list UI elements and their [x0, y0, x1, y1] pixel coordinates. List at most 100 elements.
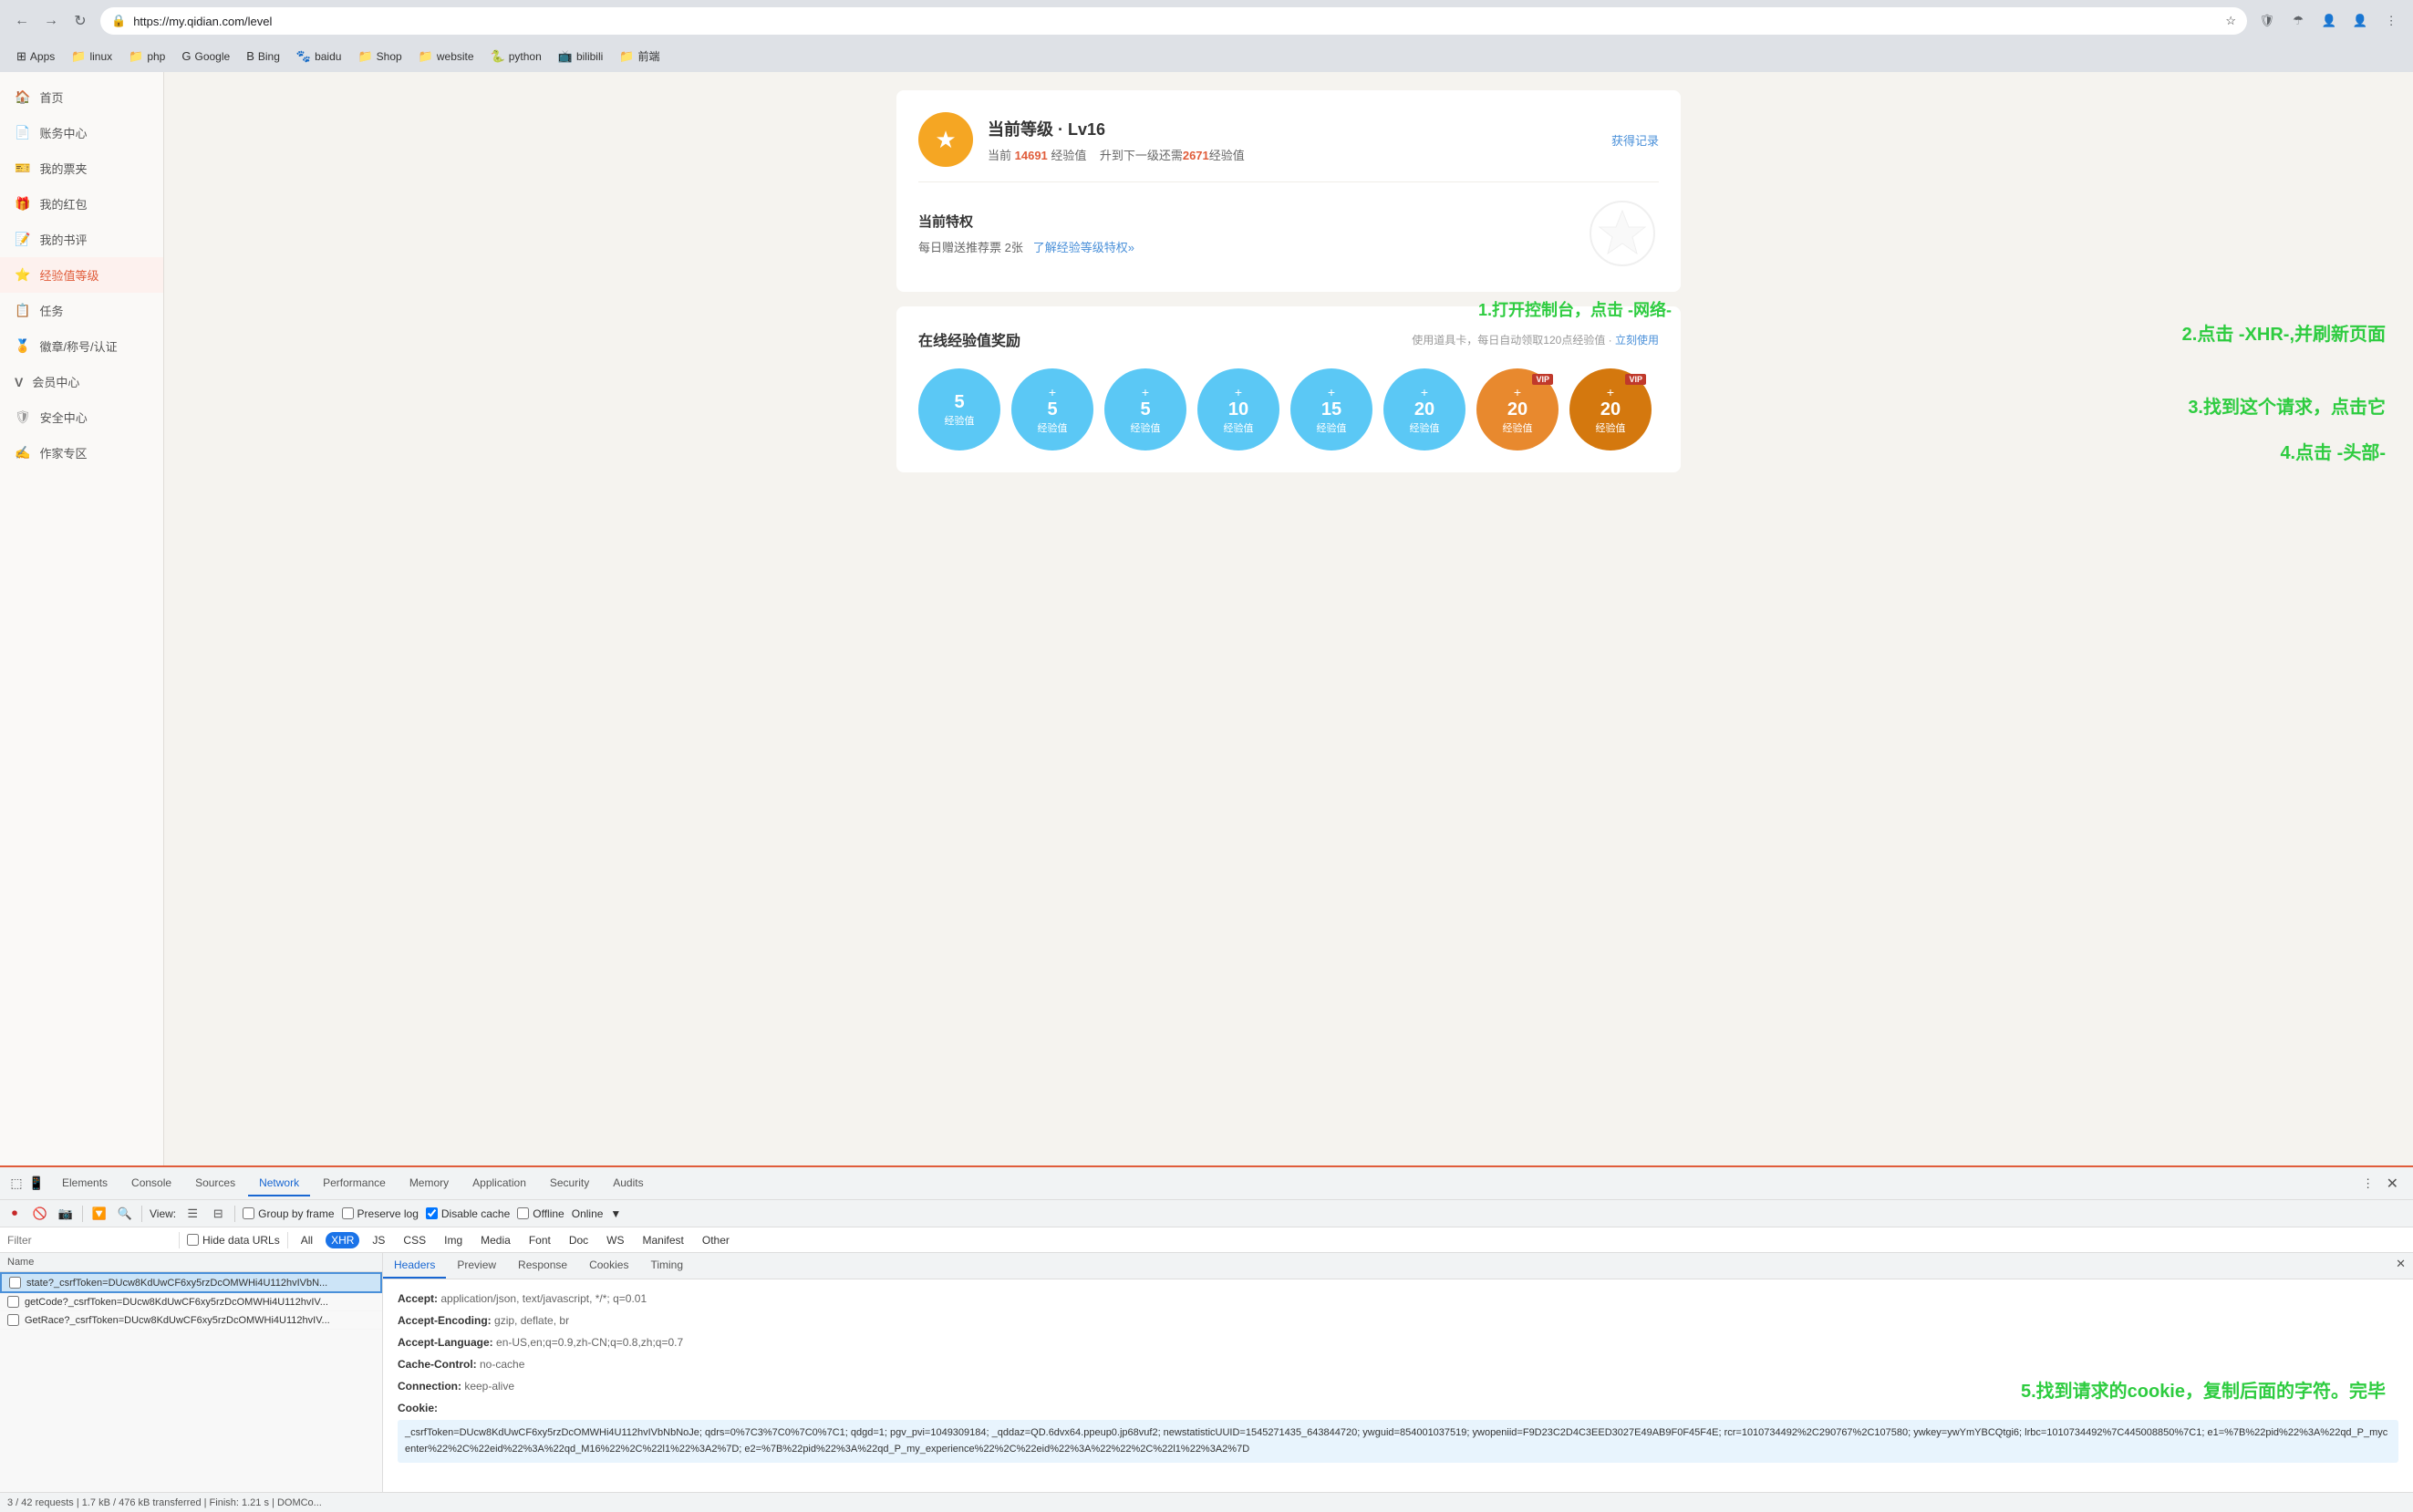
filter-manifest[interactable]: Manifest: [637, 1232, 689, 1248]
reload-button[interactable]: ↻: [67, 8, 93, 34]
devtools-tab-application[interactable]: Application: [461, 1171, 537, 1196]
forward-button[interactable]: →: [38, 8, 64, 34]
filter-all[interactable]: All: [295, 1232, 318, 1248]
filter-input[interactable]: [7, 1234, 171, 1247]
devtools-tab-security[interactable]: Security: [539, 1171, 600, 1196]
filter-font[interactable]: Font: [523, 1232, 556, 1248]
camera-btn[interactable]: 📷: [57, 1205, 75, 1223]
cookie-value[interactable]: _csrfToken=DUcw8KdUwCF6xy5rzDcOMWHi4U112…: [398, 1420, 2398, 1463]
reward-circle-8-vip[interactable]: VIP + 20 经验值: [1569, 368, 1652, 450]
sidebar-item-redpack[interactable]: 🎁 我的红包: [0, 186, 163, 222]
view-large-btn[interactable]: ⊟: [209, 1205, 227, 1223]
filter-ws[interactable]: WS: [601, 1232, 629, 1248]
clear-btn[interactable]: 🚫: [31, 1205, 49, 1223]
devtools-tab-console[interactable]: Console: [120, 1171, 182, 1196]
record-btn[interactable]: ⏺: [5, 1205, 24, 1223]
device-mode-btn[interactable]: 📱: [27, 1175, 46, 1193]
offline-label[interactable]: Offline: [517, 1207, 564, 1220]
sidebar-item-account[interactable]: 📄 账务中心: [0, 115, 163, 150]
bookmark-baidu[interactable]: 🐾 baidu: [289, 47, 349, 67]
bookmark-linux[interactable]: 📁 linux: [64, 47, 119, 67]
request-checkbox-1[interactable]: [9, 1277, 21, 1289]
request-checkbox-2[interactable]: [7, 1296, 19, 1308]
sidebar-item-badges[interactable]: 🏅 徽章/称号/认证: [0, 328, 163, 364]
disable-cache-checkbox[interactable]: [426, 1207, 438, 1219]
filter-doc[interactable]: Doc: [564, 1232, 594, 1248]
hide-data-urls-label[interactable]: Hide data URLs: [187, 1234, 280, 1247]
hide-data-urls-checkbox[interactable]: [187, 1234, 199, 1246]
sidebar-item-review[interactable]: 📝 我的书评: [0, 222, 163, 257]
address-bar[interactable]: 🔒 https://my.qidian.com/level ☆: [100, 7, 2247, 35]
devtools-close-btn[interactable]: ✕: [2379, 1171, 2406, 1196]
reward-circle-7-vip[interactable]: VIP + 20 经验值: [1476, 368, 1559, 450]
bookmark-website[interactable]: 📁 website: [411, 47, 482, 67]
sidebar-item-home[interactable]: 🏠 首页: [0, 79, 163, 115]
back-button[interactable]: ←: [9, 8, 35, 34]
bookmark-google[interactable]: G Google: [174, 47, 237, 66]
sidebar-item-vip[interactable]: V 会员中心: [0, 364, 163, 399]
view-list-btn[interactable]: ☰: [183, 1205, 202, 1223]
filter-other[interactable]: Other: [697, 1232, 735, 1248]
details-tab-response[interactable]: Response: [507, 1253, 578, 1279]
devtools-tab-audits[interactable]: Audits: [602, 1171, 654, 1196]
request-checkbox-3[interactable]: [7, 1314, 19, 1326]
devtools-tab-performance[interactable]: Performance: [312, 1171, 397, 1196]
devtools-tab-sources[interactable]: Sources: [184, 1171, 246, 1196]
history-link[interactable]: 获得记录: [1611, 131, 1659, 149]
details-close-btn[interactable]: ✕: [2388, 1253, 2413, 1279]
filter-xhr[interactable]: XHR: [326, 1232, 359, 1248]
devtools-tab-memory[interactable]: Memory: [399, 1171, 460, 1196]
search-btn[interactable]: 🔍: [116, 1205, 134, 1223]
filter-img[interactable]: Img: [439, 1232, 468, 1248]
sidebar-label-security: 安全中心: [40, 409, 88, 426]
devtools-tab-elements[interactable]: Elements: [51, 1171, 119, 1196]
bookmark-php[interactable]: 📁 php: [121, 47, 172, 67]
shield-icon[interactable]: 🛡: [2254, 8, 2280, 34]
devtools-more-btn[interactable]: ⋮: [2359, 1175, 2377, 1193]
bookmark-python[interactable]: 🐍 python: [483, 47, 549, 67]
sidebar-item-tickets[interactable]: 🎫 我的票夹: [0, 150, 163, 186]
filter-css[interactable]: CSS: [398, 1232, 431, 1248]
details-tab-headers[interactable]: Headers: [383, 1253, 446, 1279]
filter-js[interactable]: JS: [367, 1232, 390, 1248]
preserve-log-checkbox[interactable]: [342, 1207, 354, 1219]
bookmark-shop[interactable]: 📁 Shop: [350, 47, 409, 67]
reward-circle-2[interactable]: + 5 经验值: [1011, 368, 1093, 450]
request-item-getcode[interactable]: getCode?_csrfToken=DUcw8KdUwCF6xy5rzDcOM…: [0, 1293, 382, 1311]
header-cookie-row: Cookie: _csrfToken=DUcw8KdUwCF6xy5rzDcOM…: [398, 1400, 2398, 1463]
group-by-frame-checkbox[interactable]: [243, 1207, 254, 1219]
bookmark-apps[interactable]: ⊞ Apps: [9, 47, 62, 67]
group-by-frame-label[interactable]: Group by frame: [243, 1207, 334, 1220]
profile-icon[interactable]: 👤: [2347, 8, 2373, 34]
devtools-tab-network[interactable]: Network: [248, 1171, 310, 1196]
preserve-log-label[interactable]: Preserve log: [342, 1207, 419, 1220]
reward-circle-3[interactable]: + 5 经验值: [1104, 368, 1186, 450]
offline-checkbox[interactable]: [517, 1207, 529, 1219]
menu-icon[interactable]: ⋮: [2378, 8, 2404, 34]
bookmark-bing[interactable]: B Bing: [239, 47, 287, 66]
avatar-icon[interactable]: 👤: [2316, 8, 2342, 34]
reward-circle-4[interactable]: + 10 经验值: [1197, 368, 1279, 450]
umbrella-icon[interactable]: ☂: [2285, 8, 2311, 34]
sidebar-item-tasks[interactable]: 📋 任务: [0, 293, 163, 328]
sidebar-item-security[interactable]: 🛡 安全中心: [0, 399, 163, 435]
bookmark-bilibili[interactable]: 📺 bilibili: [551, 47, 611, 67]
request-item-state[interactable]: state?_csrfToken=DUcw8KdUwCF6xy5rzDcOMWH…: [0, 1272, 382, 1293]
rewards-link[interactable]: 立刻使用: [1615, 334, 1659, 347]
filter-toggle-btn[interactable]: 🔽: [90, 1205, 109, 1223]
filter-media[interactable]: Media: [475, 1232, 516, 1248]
inspect-element-btn[interactable]: ⬚: [7, 1175, 26, 1193]
bookmark-website-label: website: [437, 50, 474, 63]
details-tab-preview[interactable]: Preview: [446, 1253, 507, 1279]
bookmark-frontend[interactable]: 📁 前端: [612, 46, 667, 67]
privilege-link[interactable]: 了解经验等级特权»: [1033, 241, 1134, 254]
reward-circle-1[interactable]: 5 经验值: [918, 368, 1000, 450]
sidebar-item-author[interactable]: ✍ 作家专区: [0, 435, 163, 471]
sidebar-item-experience[interactable]: ⭐ 经验值等级: [0, 257, 163, 293]
details-tab-timing[interactable]: Timing: [639, 1253, 694, 1279]
request-item-getrace[interactable]: GetRace?_csrfToken=DUcw8KdUwCF6xy5rzDcOM…: [0, 1311, 382, 1330]
disable-cache-label[interactable]: Disable cache: [426, 1207, 510, 1220]
reward-circle-5[interactable]: + 15 经验值: [1290, 368, 1372, 450]
details-tab-cookies[interactable]: Cookies: [578, 1253, 639, 1279]
reward-circle-6[interactable]: + 20 经验值: [1383, 368, 1465, 450]
